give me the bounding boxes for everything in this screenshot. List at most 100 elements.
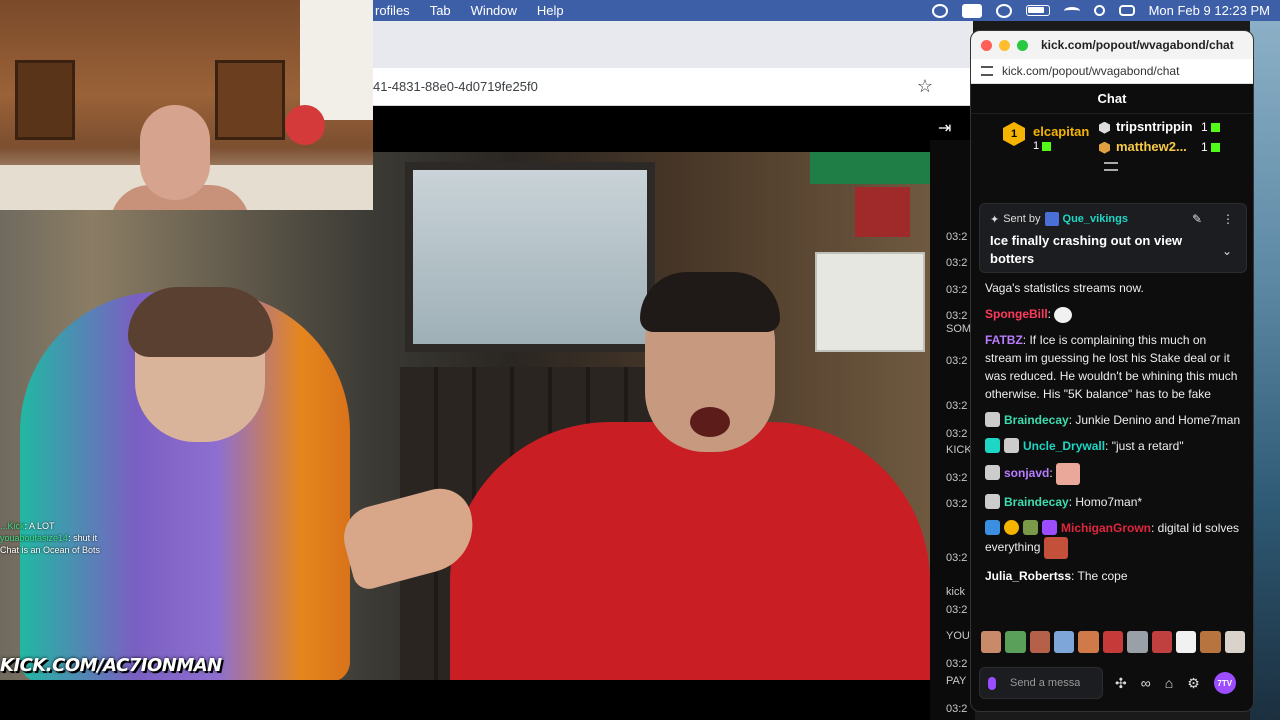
site-settings-icon[interactable] [981,66,993,76]
webcam-window [300,0,373,120]
status-area: Mon Feb 9 12:23 PM [931,3,1280,18]
pinned-message-text: Ice finally crashing out on view botters [990,233,1183,266]
chevron-down-icon[interactable]: ⌄ [1222,244,1232,258]
message-username[interactable]: Braindecay [1004,495,1069,509]
quick-emote-icon[interactable] [1151,631,1172,653]
chat-message[interactable]: Julia_Robertss: The cope [985,567,1245,585]
log-timestamp: 03:2 [946,498,968,510]
quick-emote-icon[interactable] [1102,631,1124,653]
webcam-person-head [140,105,210,200]
leaderboard-top-name[interactable]: elcapitan [1033,124,1089,139]
pinned-actions: ✎ ⋮ [1192,212,1234,226]
message-text: : Homo7man* [1068,495,1143,509]
message-username[interactable]: Uncle_Drywall [1023,439,1105,453]
chat-message[interactable]: Vaga's statistics streams now. [985,279,1245,297]
log-timestamp: 03:2 [946,428,968,440]
leaderboard-entry[interactable]: tripsntrippin [1099,119,1193,134]
pinned-user-avatar [1044,212,1059,226]
chat-message[interactable]: MichiganGrown: digital id solves everyth… [985,519,1245,559]
message-username[interactable]: MichiganGrown [1061,521,1151,535]
chat-message[interactable]: SpongeBill: [985,305,1245,323]
video-person-left-hair [128,287,273,357]
creative-cloud-icon[interactable] [931,3,948,18]
log-text: KICK [946,444,972,456]
quick-emote-icon[interactable] [1224,631,1245,653]
message-username[interactable]: sonjavd [1004,466,1049,480]
chat-message-list[interactable]: Vaga's statistics streams now. SpongeBil… [985,279,1245,593]
log-timestamp: 03:2 [946,703,968,715]
pinned-user[interactable]: Que_vikings [1063,213,1128,225]
wifi-icon[interactable] [1063,6,1080,15]
gift-icon [1210,123,1220,133]
seventv-button[interactable]: 7TV [1213,672,1236,694]
more-options-icon[interactable]: ⋮ [1222,212,1234,226]
webcam-cabinet-left [15,60,75,140]
menu-help[interactable]: Help [537,3,564,18]
chat-message[interactable]: sonjavd: [985,463,1245,485]
quick-emote-icon[interactable] [1029,631,1051,653]
spotlight-search-icon[interactable] [1093,5,1105,16]
store-icon[interactable]: ⌂ [1165,675,1173,691]
menubar-clock[interactable]: Mon Feb 9 12:23 PM [1149,3,1270,18]
quick-emote-icon[interactable] [1200,631,1221,653]
screen-record-icon[interactable] [961,3,982,18]
popout-titlebar[interactable]: kick.com/popout/wvagabond/chat [971,31,1253,59]
pinned-message[interactable]: ✦ Sent by Que_vikings Ice finally crashi… [979,203,1247,273]
collapse-leaderboard-icon[interactable] [1104,162,1118,171]
quick-emote-icon[interactable] [1054,631,1075,653]
close-window-button[interactable] [981,39,992,51]
chat-message[interactable]: Braindecay: Junkie Denino and Home7man [985,411,1245,429]
message-username[interactable]: Braindecay [1004,413,1069,427]
leaderboard-entry[interactable]: matthew2... [1099,139,1187,154]
log-text: YOU [946,630,970,642]
popout-address-bar[interactable]: kick.com/popout/wvagabond/chat [971,59,1253,84]
chat-composer: ✣ ∞ ⌂ ⚙ 7TV [979,663,1245,703]
chat-title: Chat [1097,91,1127,106]
browser-address-bar[interactable]: 41-4831-88e0-4d0719fe25f0 ☆ [373,68,973,106]
zoom-window-button[interactable] [1017,39,1028,51]
emote-picker-icon[interactable]: ✣ [1115,675,1127,692]
message-input-box[interactable] [979,667,1103,699]
message-username[interactable]: SpongeBill [985,307,1048,321]
gift-icon [1210,143,1220,153]
minimize-window-button[interactable] [999,39,1010,51]
battery-icon[interactable] [1025,5,1050,16]
collapse-menu-icon[interactable]: ⇥ [938,118,956,137]
chat-message[interactable]: Braindecay: Homo7man* [985,493,1245,511]
message-username[interactable]: FATBZ [985,333,1023,347]
media-play-icon[interactable] [995,3,1012,18]
browser-tab-strip [373,21,973,68]
stream-video[interactable] [0,152,930,680]
chat-message[interactable]: Uncle_Drywall: "just a retard" [985,437,1245,455]
infinity-icon[interactable]: ∞ [1141,675,1151,691]
log-timestamp: 03:2 [946,604,968,616]
video-person-right-hair [640,272,780,332]
log-timestamp: 03:2 [946,231,968,243]
chat-message-input[interactable] [1010,677,1080,689]
menu-window[interactable]: Window [471,3,517,18]
menu-profiles[interactable]: rofiles [375,3,410,18]
chat-message[interactable]: FATBZ: If Ice is complaining this much o… [985,331,1245,403]
emote-icon [1056,463,1081,485]
quick-emote-icon[interactable] [1127,631,1148,653]
microphone-icon[interactable] [988,676,996,690]
quick-emote-icon[interactable] [1078,631,1099,653]
quick-emote-icon[interactable] [1175,631,1197,653]
popout-title: kick.com/popout/wvagabond/chat [1041,38,1234,52]
log-timestamp: 03:2 [946,310,968,322]
gift-leaderboard[interactable]: 1 elcapitan 1 tripsntrippin 1 matthew2..… [971,114,1253,174]
quick-emote-icon[interactable] [1005,631,1026,653]
control-center-icon[interactable] [1118,5,1135,16]
bookmark-star-icon[interactable]: ☆ [917,76,933,97]
pin-icon: ✦ [990,213,1000,226]
moderator-badge-icon [985,520,1000,535]
menu-tab[interactable]: Tab [430,3,451,18]
emote-icon [1043,537,1068,559]
message-username[interactable]: Julia_Robertss [985,569,1071,583]
webcam-overlay [0,0,373,210]
screen: rofiles Tab Window Help Mon Feb 9 12:23 … [0,0,1280,720]
gear-icon[interactable]: ⚙ [1187,675,1200,692]
unpin-icon[interactable]: ✎ [1192,212,1202,226]
subscriber-badge-icon [985,438,1000,453]
quick-emote-icon[interactable] [981,631,1002,653]
